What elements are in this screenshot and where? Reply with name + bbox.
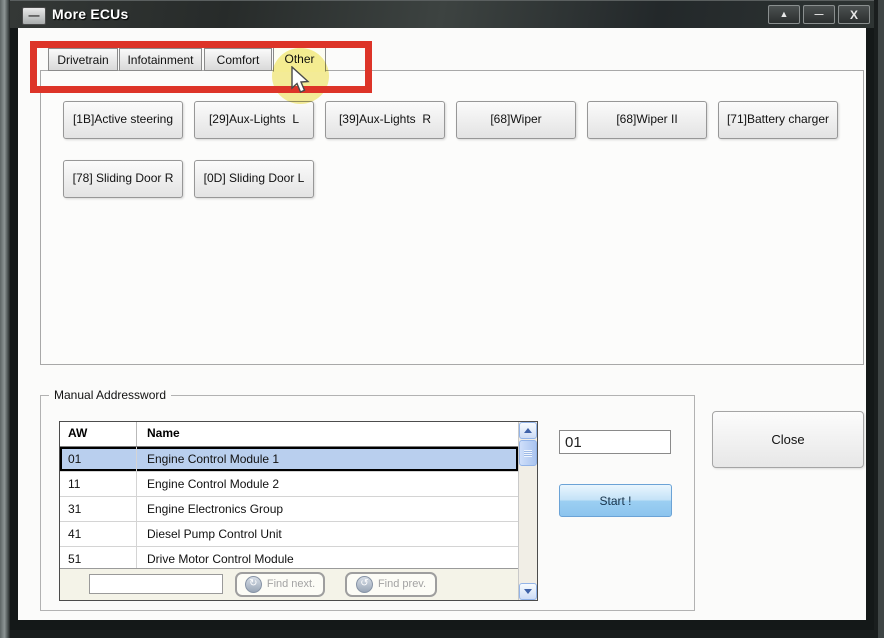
close-icon[interactable]: X [838,5,870,24]
table-header: AW Name [60,422,518,447]
find-next-label: Find next. [266,578,316,591]
column-header-aw[interactable]: AW [60,422,137,446]
scrollbar-track[interactable] [519,466,537,583]
titlebar: — More ECUs ▲ — X [10,0,874,28]
ecu-button-active-steering[interactable]: [1B]Active steering [63,101,183,139]
tab-infotainment[interactable]: Infotainment [119,48,202,71]
minimize-icon[interactable]: — [803,5,835,24]
scroll-down-icon[interactable] [519,583,537,600]
ecu-button-aux-lights-l[interactable]: [29]Aux-Lights L [194,101,314,139]
window-title: More ECUs [52,6,129,22]
scrollbar-thumb[interactable] [519,440,537,466]
client-area: [1B]Active steering [29]Aux-Lights L [39… [18,28,866,620]
start-button[interactable]: Start ! [559,484,672,517]
manual-addressword-group: Manual Addressword AW Name 01 Engine Con… [40,388,695,611]
window-restore-icon[interactable]: — [22,7,46,25]
find-next-icon: ↻ [244,575,262,593]
ecu-button-grid: [1B]Active steering [29]Aux-Lights L [39… [41,71,865,198]
find-prev-label: Find prev. [377,578,427,591]
tab-drivetrain[interactable]: Drivetrain [48,48,118,71]
group-legend: Manual Addressword [49,388,172,402]
addressword-table: AW Name 01 Engine Control Module 1 11 En… [59,421,538,601]
table-row[interactable]: 41 Diesel Pump Control Unit [60,521,518,547]
scroll-up-icon[interactable] [519,422,537,439]
table-body: 01 Engine Control Module 1 11 Engine Con… [60,446,518,568]
ecu-tab-panel: [1B]Active steering [29]Aux-Lights L [39… [40,70,864,365]
find-toolbar: ↻ Find next. ↺ Find prev. [60,567,518,600]
ecu-button-wiper-2[interactable]: [68]Wiper II [587,101,707,139]
table-row[interactable]: 11 Engine Control Module 2 [60,471,518,497]
close-button[interactable]: Close [712,411,864,468]
column-header-name[interactable]: Name [137,422,518,446]
find-prev-button[interactable]: ↺ Find prev. [345,571,437,597]
ecu-button-sliding-door-l[interactable]: [0D] Sliding Door L [194,160,314,198]
tab-other[interactable]: Other [273,45,326,72]
find-next-button[interactable]: ↻ Find next. [235,571,325,597]
ecu-button-aux-lights-r[interactable]: [39]Aux-Lights R [325,101,445,139]
background-window-edge [0,0,10,638]
find-input[interactable] [89,574,223,595]
ecu-button-wiper[interactable]: [68]Wiper [456,101,576,139]
ecu-button-battery-charger[interactable]: [71]Battery charger [718,101,838,139]
table-row[interactable]: 51 Drive Motor Control Module [60,546,518,568]
window-controls: ▲ — X [768,5,870,24]
table-scrollbar[interactable] [518,422,537,600]
table-row[interactable]: 01 Engine Control Module 1 [60,446,518,472]
tab-comfort[interactable]: Comfort [204,48,272,71]
table-row[interactable]: 31 Engine Electronics Group [60,496,518,522]
more-ecus-window: — More ECUs ▲ — X [1B]Active steering [2… [10,0,874,630]
addressword-input[interactable] [559,430,671,454]
maximize-icon[interactable]: ▲ [768,5,800,24]
find-prev-icon: ↺ [355,575,373,593]
screen-right-edge [878,0,884,638]
ecu-button-sliding-door-r[interactable]: [78] Sliding Door R [63,160,183,198]
